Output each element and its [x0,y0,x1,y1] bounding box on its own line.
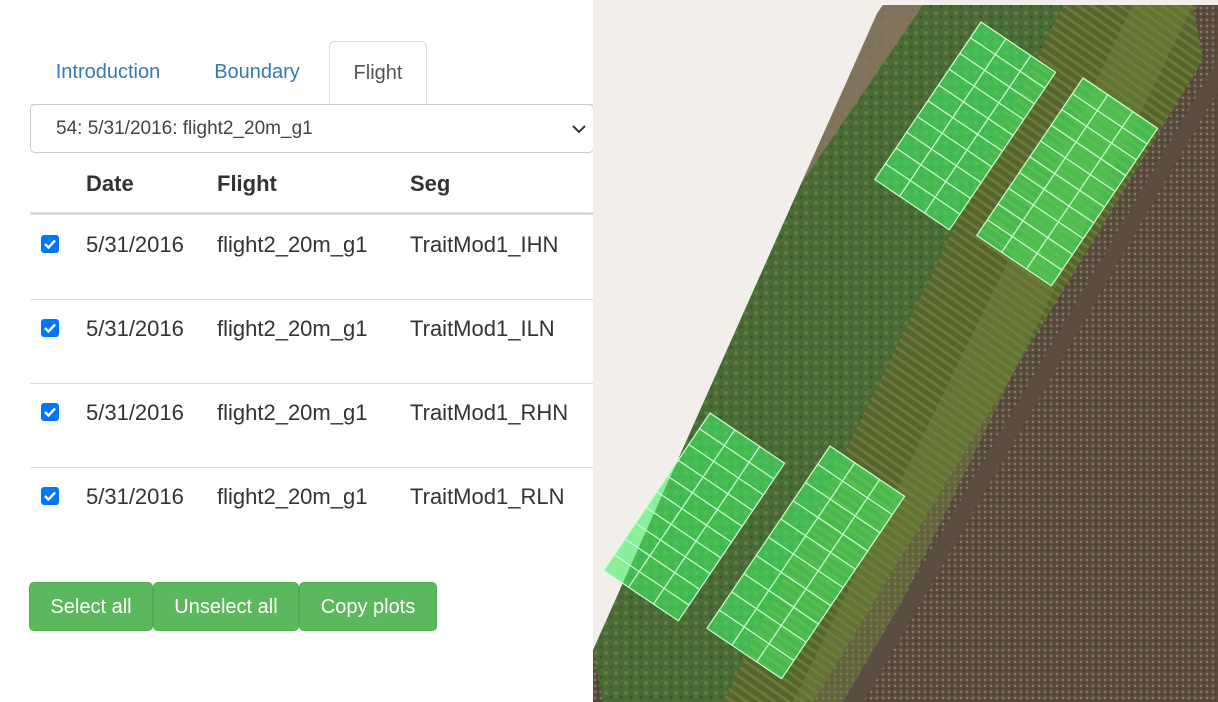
cell-date: 5/31/2016 [86,232,184,257]
cell-flight: flight2_20m_g1 [217,484,368,509]
row-checkbox[interactable] [41,487,59,505]
cell-seg: TraitMod1_RLN [410,484,565,509]
cell-flight: flight2_20m_g1 [217,400,368,425]
cell-flight: flight2_20m_g1 [217,316,368,341]
flight-select-value: 54: 5/31/2016: flight2_20m_g1 [56,118,313,139]
checkmark-icon [44,239,56,250]
cell-seg: TraitMod1_RHN [410,400,569,425]
row-checkbox[interactable] [41,403,59,421]
row-checkbox[interactable] [41,235,59,253]
orthomosaic-map[interactable] [593,0,1218,702]
row-divider [30,467,596,468]
chevron-down-icon [572,125,586,134]
cell-seg: TraitMod1_IHN [410,232,559,257]
cell-date: 5/31/2016 [86,316,184,341]
column-header-date[interactable]: Date [86,156,134,212]
flight-select[interactable]: 54: 5/31/2016: flight2_20m_g1 [30,104,594,153]
tab-introduction[interactable]: Introduction [30,41,186,103]
cell-date: 5/31/2016 [86,400,184,425]
tab-flight[interactable]: Flight [329,41,427,105]
tab-bar: Introduction Boundary Flight [30,41,596,105]
row-divider [30,299,596,300]
header-divider [30,212,596,215]
flight-panel: Introduction Boundary Flight 54: 5/31/20… [0,0,596,702]
checkmark-icon [44,491,56,502]
column-header-seg[interactable]: Seg [410,156,450,212]
cell-date: 5/31/2016 [86,484,184,509]
checkmark-icon [44,407,56,418]
cell-seg: TraitMod1_ILN [410,316,555,341]
copy-plots-button[interactable]: Copy plots [299,582,437,631]
select-all-button[interactable]: Select all [29,582,153,631]
checkmark-icon [44,323,56,334]
field-image [593,0,1218,702]
column-header-flight[interactable]: Flight [217,156,277,212]
row-checkbox[interactable] [41,319,59,337]
tab-boundary[interactable]: Boundary [186,41,328,103]
cell-flight: flight2_20m_g1 [217,232,368,257]
unselect-all-button[interactable]: Unselect all [153,582,299,631]
row-divider [30,383,596,384]
